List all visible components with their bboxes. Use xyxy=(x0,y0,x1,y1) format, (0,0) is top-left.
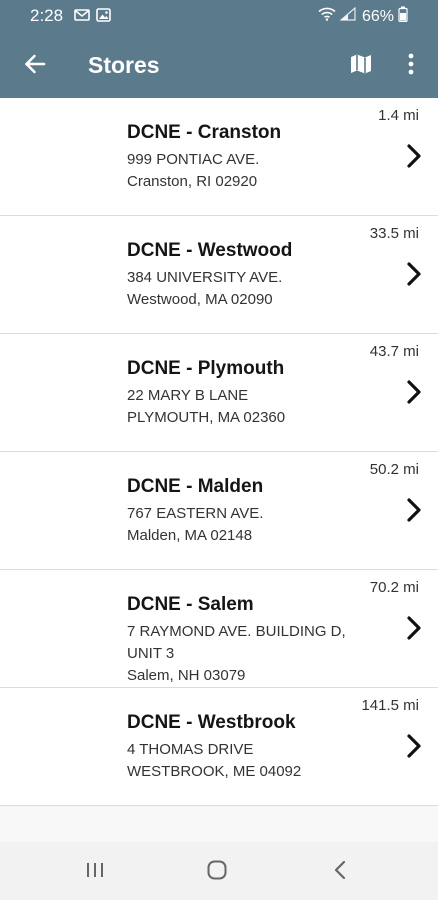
store-address-line2: Westwood, MA 02090 xyxy=(127,291,273,308)
store-list-item[interactable]: DCNE - Malden 767 EASTERN AVE. Malden, M… xyxy=(0,452,438,570)
store-address: 384 UNIVERSITY AVE. Westwood, MA 02090 xyxy=(127,267,362,311)
stores-screen: 2:28 66% Stores DCNE - Cranston 999 PONT… xyxy=(0,0,438,900)
store-name: DCNE - Cranston xyxy=(127,122,282,143)
wifi-icon xyxy=(318,7,336,27)
chevron-right-icon xyxy=(402,496,426,524)
store-distance: 33.5 mi xyxy=(369,225,419,242)
store-list-item[interactable]: DCNE - Cranston 999 PONTIAC AVE. Cransto… xyxy=(0,98,438,216)
store-name: DCNE - Plymouth xyxy=(127,358,285,379)
map-view-button[interactable] xyxy=(344,49,378,83)
status-time: 2:28 xyxy=(30,6,64,25)
gallery-notification-icon xyxy=(96,8,111,27)
store-address: 22 MARY B LANE PLYMOUTH, MA 02360 xyxy=(127,385,362,429)
store-list-item[interactable]: DCNE - Plymouth 22 MARY B LANE PLYMOUTH,… xyxy=(0,334,438,452)
store-distance: 50.2 mi xyxy=(369,461,419,478)
store-list: DCNE - Cranston 999 PONTIAC AVE. Cransto… xyxy=(0,98,438,806)
store-address: 767 EASTERN AVE. Malden, MA 02148 xyxy=(127,503,362,547)
store-address-line1: 4 THOMAS DRIVE xyxy=(127,741,254,758)
arrow-left-icon xyxy=(24,54,46,79)
store-name: DCNE - Westwood xyxy=(127,240,293,261)
map-icon xyxy=(349,53,373,80)
back-button[interactable] xyxy=(18,49,52,83)
store-address-line1: 767 EASTERN AVE. xyxy=(127,505,264,522)
store-address-line2: Salem, NH 03079 xyxy=(127,667,246,684)
more-options-button[interactable] xyxy=(394,49,428,83)
store-distance: 1.4 mi xyxy=(378,107,419,124)
back-nav-button[interactable] xyxy=(325,857,355,887)
battery-icon xyxy=(398,6,408,28)
store-address-line2: WESTBROOK, ME 04092 xyxy=(127,763,302,780)
recent-apps-icon xyxy=(84,860,106,885)
gmail-notification-icon xyxy=(74,8,90,27)
store-address: 7 RAYMOND AVE. BUILDING D, UNIT 3 Salem,… xyxy=(127,621,362,687)
status-bar: 2:28 66% xyxy=(0,0,438,32)
status-notification-icons xyxy=(74,8,111,27)
battery-percentage: 66% xyxy=(361,8,394,25)
store-list-item[interactable]: DCNE - Westbrook 4 THOMAS DRIVE WESTBROO… xyxy=(0,688,438,806)
app-bar: Stores xyxy=(0,32,438,98)
store-address-line1: 999 PONTIAC AVE. xyxy=(127,151,260,168)
store-address-line2: PLYMOUTH, MA 02360 xyxy=(127,409,286,426)
store-address-line2: Malden, MA 02148 xyxy=(127,527,253,544)
home-icon xyxy=(206,859,228,886)
store-list-item[interactable]: DCNE - Salem 7 RAYMOND AVE. BUILDING D, … xyxy=(0,570,438,688)
chevron-right-icon xyxy=(402,142,426,170)
store-distance: 43.7 mi xyxy=(369,343,419,360)
cellular-signal-icon xyxy=(339,6,356,27)
chevron-right-icon xyxy=(402,614,426,642)
more-vertical-icon xyxy=(408,53,414,80)
system-navigation-bar xyxy=(0,842,438,900)
store-address-line2: Cranston, RI 02920 xyxy=(127,173,258,190)
store-address-line1: 22 MARY B LANE xyxy=(127,387,249,404)
store-name: DCNE - Malden xyxy=(127,476,264,497)
store-list-item[interactable]: DCNE - Westwood 384 UNIVERSITY AVE. West… xyxy=(0,216,438,334)
store-name: DCNE - Salem xyxy=(127,594,254,615)
store-distance: 70.2 mi xyxy=(369,579,419,596)
store-address: 999 PONTIAC AVE. Cranston, RI 02920 xyxy=(127,149,362,193)
recent-apps-button[interactable] xyxy=(80,857,110,887)
page-title: Stores xyxy=(88,52,160,78)
store-distance: 141.5 mi xyxy=(361,697,419,714)
home-button[interactable] xyxy=(202,857,232,887)
status-system-icons: 66% xyxy=(318,6,408,28)
store-address: 4 THOMAS DRIVE WESTBROOK, ME 04092 xyxy=(127,739,362,783)
store-name: DCNE - Westbrook xyxy=(127,712,296,733)
store-address-line1: 7 RAYMOND AVE. BUILDING D, UNIT 3 xyxy=(127,623,346,662)
chevron-left-icon xyxy=(332,860,348,885)
chevron-right-icon xyxy=(402,378,426,406)
store-address-line1: 384 UNIVERSITY AVE. xyxy=(127,269,283,286)
chevron-right-icon xyxy=(402,732,426,760)
chevron-right-icon xyxy=(402,260,426,288)
